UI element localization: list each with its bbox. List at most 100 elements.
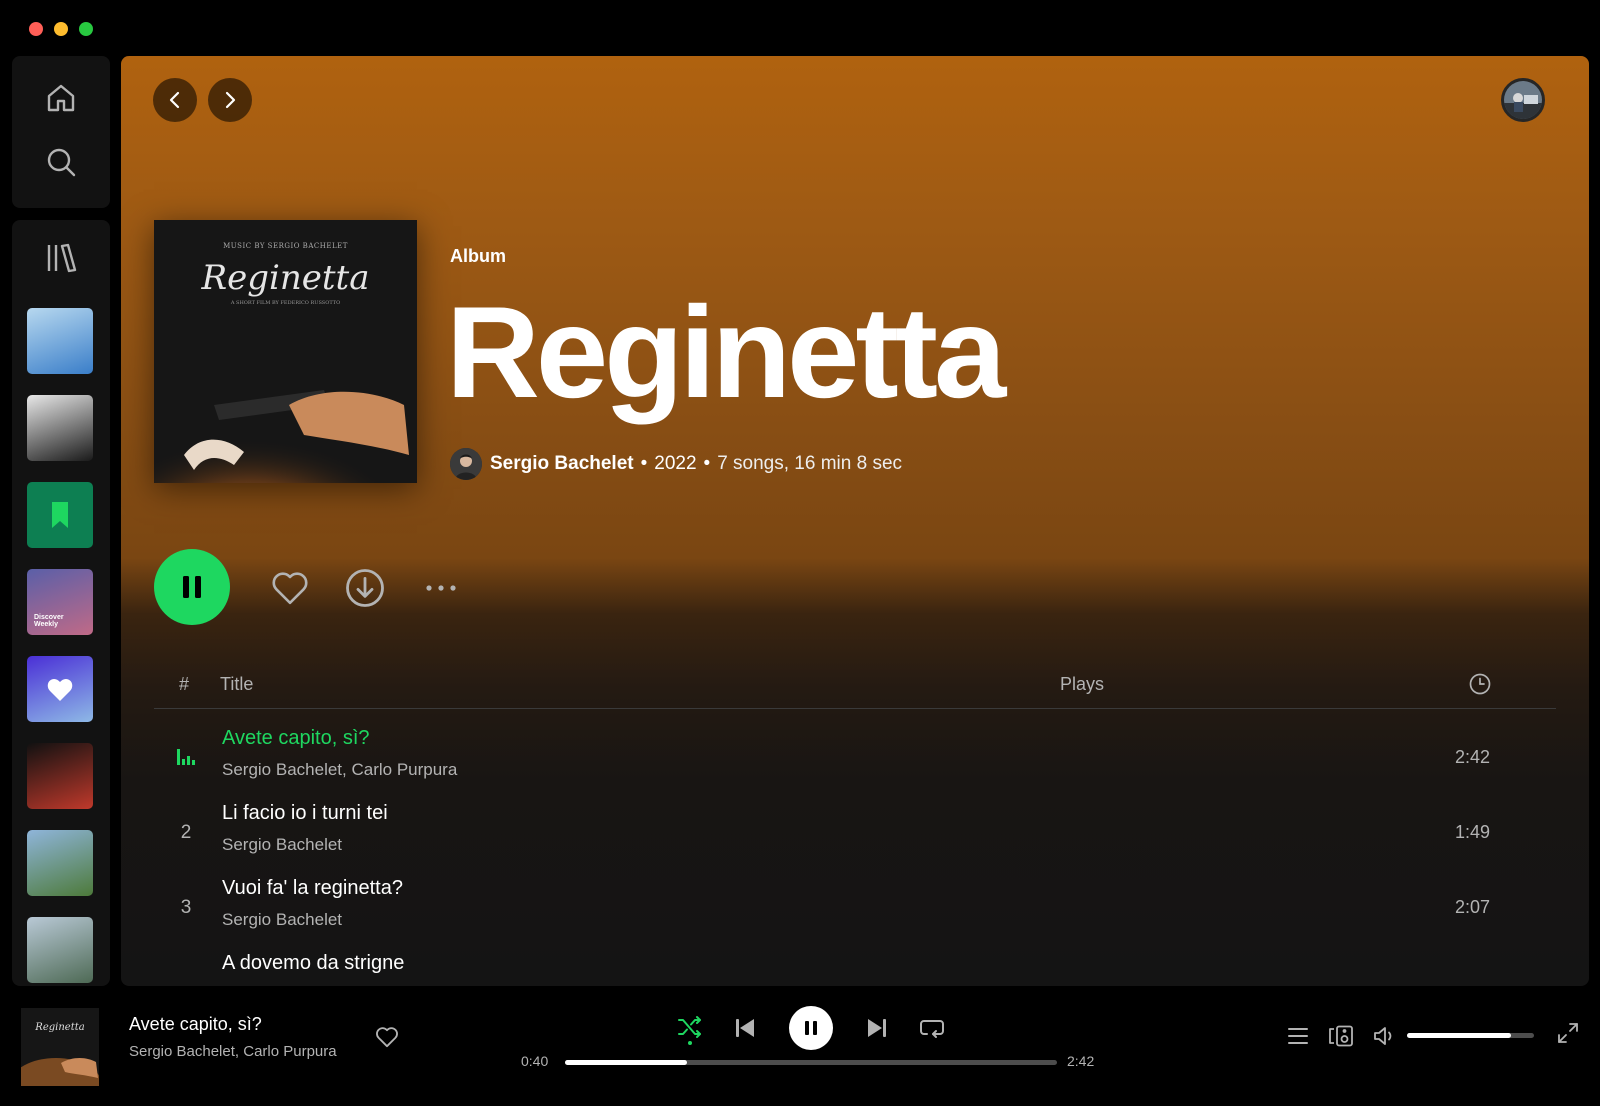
track-row[interactable]: Avete capito, sì? Sergio Bachelet, Carlo …	[154, 723, 1556, 795]
profile-avatar[interactable]	[1501, 78, 1545, 122]
track-number: 3	[180, 897, 192, 918]
album-cover: MUSIC BY SERGIO BACHELET Reginetta A SHO…	[154, 220, 417, 483]
back-button[interactable]	[153, 78, 197, 122]
library-button[interactable]	[41, 238, 81, 278]
shuffle-icon	[678, 1016, 701, 1045]
elapsed-time: 0:40	[521, 1053, 549, 1069]
library-panel: Discover Weekly	[12, 220, 110, 986]
library-icon	[47, 243, 77, 273]
track-row[interactable]: A dovemo da strigne	[154, 948, 1556, 986]
track-artists[interactable]: Sergio Bachelet	[222, 835, 342, 855]
header-duration	[1468, 672, 1492, 701]
meta-separator: •	[640, 453, 648, 474]
fullscreen-icon	[1558, 1023, 1578, 1043]
library-item-playlist-art-6[interactable]	[27, 743, 93, 809]
chevron-right-icon	[225, 91, 236, 109]
skip-back-icon	[736, 1019, 754, 1037]
album-meta: Sergio Bachelet • 2022 • 7 songs, 16 min…	[450, 448, 902, 480]
search-button[interactable]	[41, 142, 81, 182]
track-artists[interactable]: Sergio Bachelet, Carlo Purpura	[222, 760, 457, 780]
more-icon	[426, 585, 456, 591]
library-item-liked-songs[interactable]	[27, 656, 93, 722]
player-bar: Reginetta Avete capito, sì? Sergio Bache…	[0, 990, 1600, 1106]
player-play-pause-button[interactable]	[789, 1006, 833, 1050]
track-number: 2	[180, 822, 192, 843]
library-item-playlist-art-8[interactable]	[27, 917, 93, 983]
close-window-button[interactable]	[29, 22, 43, 36]
more-options-button[interactable]	[419, 566, 463, 610]
artist-link[interactable]: Sergio Bachelet	[490, 453, 634, 475]
library-item-saved-episodes[interactable]	[27, 482, 93, 548]
fullscreen-button[interactable]	[1555, 1020, 1581, 1046]
window-controls	[29, 22, 93, 36]
volume-fill	[1407, 1033, 1512, 1038]
album-title: Reginetta	[446, 279, 1006, 425]
minimize-window-button[interactable]	[54, 22, 68, 36]
track-title[interactable]: Vuoi fa' la reginetta?	[222, 877, 403, 900]
now-playing-indicator	[174, 745, 198, 773]
playback-progress-bar[interactable]	[565, 1060, 1057, 1065]
zoom-window-button[interactable]	[79, 22, 93, 36]
next-button[interactable]	[864, 1015, 890, 1041]
header-number: #	[179, 674, 190, 694]
repeat-button[interactable]	[918, 1015, 946, 1041]
library-item-playlist-art-1[interactable]	[27, 308, 93, 374]
track-duration: 1:49	[1454, 822, 1490, 842]
volume-icon	[1374, 1027, 1392, 1045]
track-row[interactable]: 2 Li facio io i turni tei Sergio Bachelet 1…	[154, 798, 1556, 870]
track-title[interactable]: A dovemo da strigne	[222, 952, 404, 975]
clock-icon	[1469, 673, 1491, 695]
now-playing-artist[interactable]: Sergio Bachelet, Carlo Purpura	[129, 1043, 337, 1060]
album-type-label: Album	[450, 246, 506, 266]
queue-button[interactable]	[1284, 1023, 1312, 1049]
header-plays: Plays	[1060, 674, 1105, 694]
cover-credit-text: MUSIC BY SERGIO BACHELET	[223, 242, 348, 250]
now-playing-cover-title: Reginetta	[34, 1022, 84, 1033]
track-title[interactable]: Li facio io i turni tei	[222, 802, 388, 825]
connect-device-button[interactable]	[1327, 1023, 1355, 1049]
track-artists[interactable]: Sergio Bachelet	[222, 910, 342, 930]
artist-avatar	[450, 448, 482, 480]
heart-icon	[272, 572, 308, 605]
home-button[interactable]	[41, 78, 81, 118]
album-summary: 7 songs, 16 min 8 sec	[717, 453, 903, 474]
search-icon	[47, 148, 76, 177]
header-title[interactable]: Title	[220, 674, 253, 695]
pause-icon	[805, 1021, 817, 1035]
device-icon	[1329, 1025, 1353, 1047]
cover-title-text: Reginetta	[201, 258, 370, 298]
download-icon	[346, 569, 384, 607]
album-page: MUSIC BY SERGIO BACHELET Reginetta A SHO…	[121, 56, 1589, 986]
album-year: 2022	[654, 453, 697, 474]
library-item-playlist-art-7[interactable]	[27, 830, 93, 896]
now-playing-title[interactable]: Avete capito, sì?	[129, 1014, 262, 1035]
library-item-playlist-art-2[interactable]	[27, 395, 93, 461]
cover-subtitle-text: A SHORT FILM BY FEDERICO RUSSOTTO	[230, 300, 341, 306]
nav-panel	[12, 56, 110, 208]
track-row[interactable]: 3 Vuoi fa' la reginetta? Sergio Bachelet 2:…	[154, 873, 1556, 945]
shuffle-button[interactable]	[675, 1012, 705, 1046]
meta-separator: •	[703, 453, 711, 474]
table-header-divider	[154, 708, 1556, 709]
download-button[interactable]	[343, 566, 387, 610]
pause-icon	[183, 576, 201, 598]
previous-button[interactable]	[732, 1015, 758, 1041]
skip-forward-icon	[868, 1019, 886, 1037]
queue-icon	[1288, 1028, 1308, 1044]
now-playing-cover[interactable]: Reginetta	[21, 1008, 99, 1086]
heart-icon	[376, 1027, 398, 1048]
like-album-button[interactable]	[268, 566, 312, 610]
heart-icon	[47, 678, 73, 701]
library-item-discover-weekly[interactable]: Discover Weekly	[27, 569, 93, 635]
mute-button[interactable]	[1371, 1023, 1399, 1049]
volume-slider[interactable]	[1407, 1033, 1534, 1038]
play-pause-button[interactable]	[154, 549, 230, 625]
track-duration: 2:07	[1454, 897, 1490, 917]
like-track-button[interactable]	[374, 1024, 400, 1050]
track-title[interactable]: Avete capito, sì?	[222, 727, 370, 750]
forward-button[interactable]	[208, 78, 252, 122]
app-window: Discover Weekly MUSIC BY SERGIO BACHELET…	[0, 0, 1600, 1106]
total-time: 2:42	[1067, 1053, 1095, 1069]
playback-progress-fill	[565, 1060, 687, 1065]
library-item-label: Discover Weekly	[34, 613, 64, 629]
